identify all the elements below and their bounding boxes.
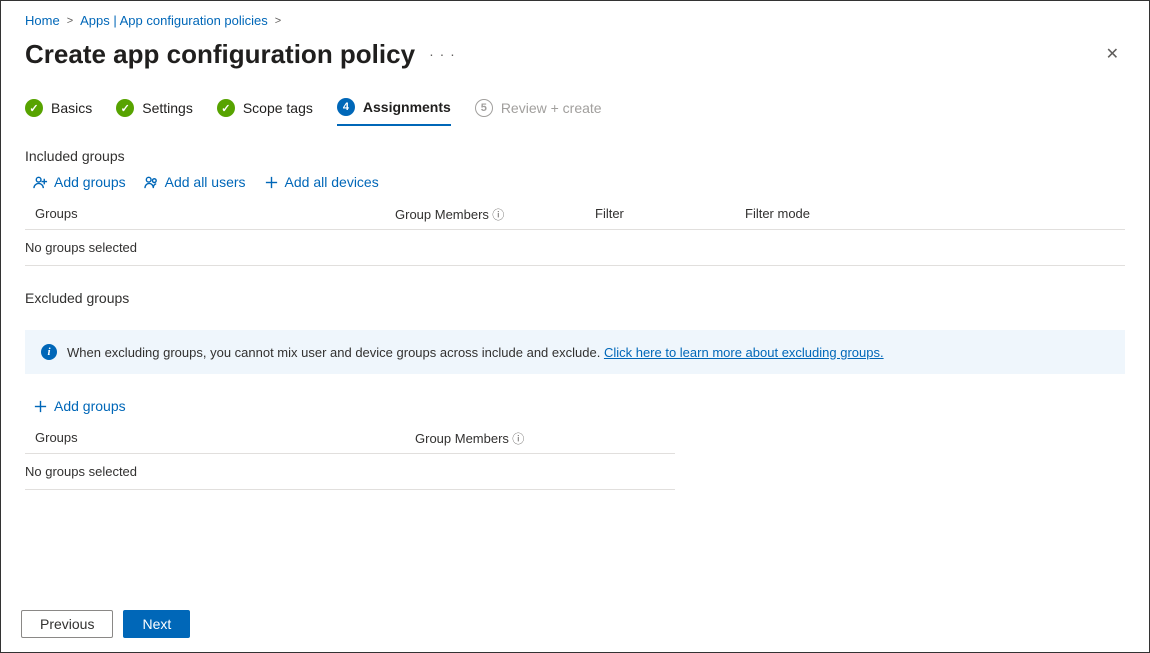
breadcrumb-home[interactable]: Home [25, 13, 60, 28]
wizard-steps: Basics Settings Scope tags 4 Assignments… [25, 98, 1125, 126]
step-label: Settings [142, 100, 193, 116]
step-assignments[interactable]: 4 Assignments [337, 98, 451, 126]
col-group-members: Group Members [395, 206, 595, 223]
included-groups-heading: Included groups [25, 148, 1125, 164]
col-groups: Groups [25, 206, 395, 223]
learn-more-link[interactable]: Click here to learn more about excluding… [604, 345, 884, 360]
included-groups-table: Groups Group Members Filter Filter mode … [25, 200, 1125, 266]
add-groups-button[interactable]: Add groups [33, 174, 126, 190]
check-icon [116, 99, 134, 117]
info-banner: i When excluding groups, you cannot mix … [25, 330, 1125, 374]
close-icon[interactable]: ✕ [1100, 38, 1125, 70]
plus-icon [264, 175, 279, 190]
check-icon [217, 99, 235, 117]
col-group-members: Group Members [415, 430, 524, 447]
link-label: Add all devices [285, 174, 379, 190]
banner-text: When excluding groups, you cannot mix us… [67, 345, 884, 360]
step-review-create: 5 Review + create [475, 99, 602, 125]
link-label: Add groups [54, 398, 126, 414]
breadcrumb-apps[interactable]: Apps | App configuration policies [80, 13, 268, 28]
banner-message: When excluding groups, you cannot mix us… [67, 345, 604, 360]
add-person-icon [33, 175, 48, 190]
col-filter-mode: Filter mode [745, 206, 895, 223]
step-label: Scope tags [243, 100, 313, 116]
check-icon [25, 99, 43, 117]
step-number-icon: 4 [337, 98, 355, 116]
plus-icon [33, 399, 48, 414]
add-groups-excluded-button[interactable]: Add groups [33, 398, 126, 414]
link-label: Add groups [54, 174, 126, 190]
more-actions-button[interactable]: · · · [429, 46, 456, 62]
info-icon: i [41, 344, 57, 360]
wizard-footer: Previous Next [1, 600, 1149, 652]
breadcrumb: Home > Apps | App configuration policies… [25, 9, 1125, 32]
step-basics[interactable]: Basics [25, 99, 92, 125]
excluded-groups-table: Groups Group Members No groups selected [25, 424, 675, 490]
col-groups: Groups [25, 430, 415, 447]
people-icon [144, 175, 159, 190]
chevron-right-icon: > [64, 15, 76, 27]
empty-cell: No groups selected [25, 464, 137, 479]
step-label: Review + create [501, 100, 602, 116]
next-button[interactable]: Next [123, 610, 190, 638]
link-label: Add all users [165, 174, 246, 190]
empty-cell: No groups selected [25, 240, 137, 255]
chevron-right-icon: > [272, 15, 284, 27]
page-title: Create app configuration policy [25, 39, 415, 70]
add-all-devices-button[interactable]: Add all devices [264, 174, 379, 190]
step-settings[interactable]: Settings [116, 99, 193, 125]
step-label: Assignments [363, 99, 451, 115]
table-row-empty: No groups selected [25, 230, 1125, 266]
step-label: Basics [51, 100, 92, 116]
step-number-icon: 5 [475, 99, 493, 117]
step-scope-tags[interactable]: Scope tags [217, 99, 313, 125]
previous-button[interactable]: Previous [21, 610, 113, 638]
add-all-users-button[interactable]: Add all users [144, 174, 246, 190]
excluded-groups-heading: Excluded groups [25, 290, 1125, 306]
table-row-empty: No groups selected [25, 454, 675, 490]
col-filter: Filter [595, 206, 745, 223]
